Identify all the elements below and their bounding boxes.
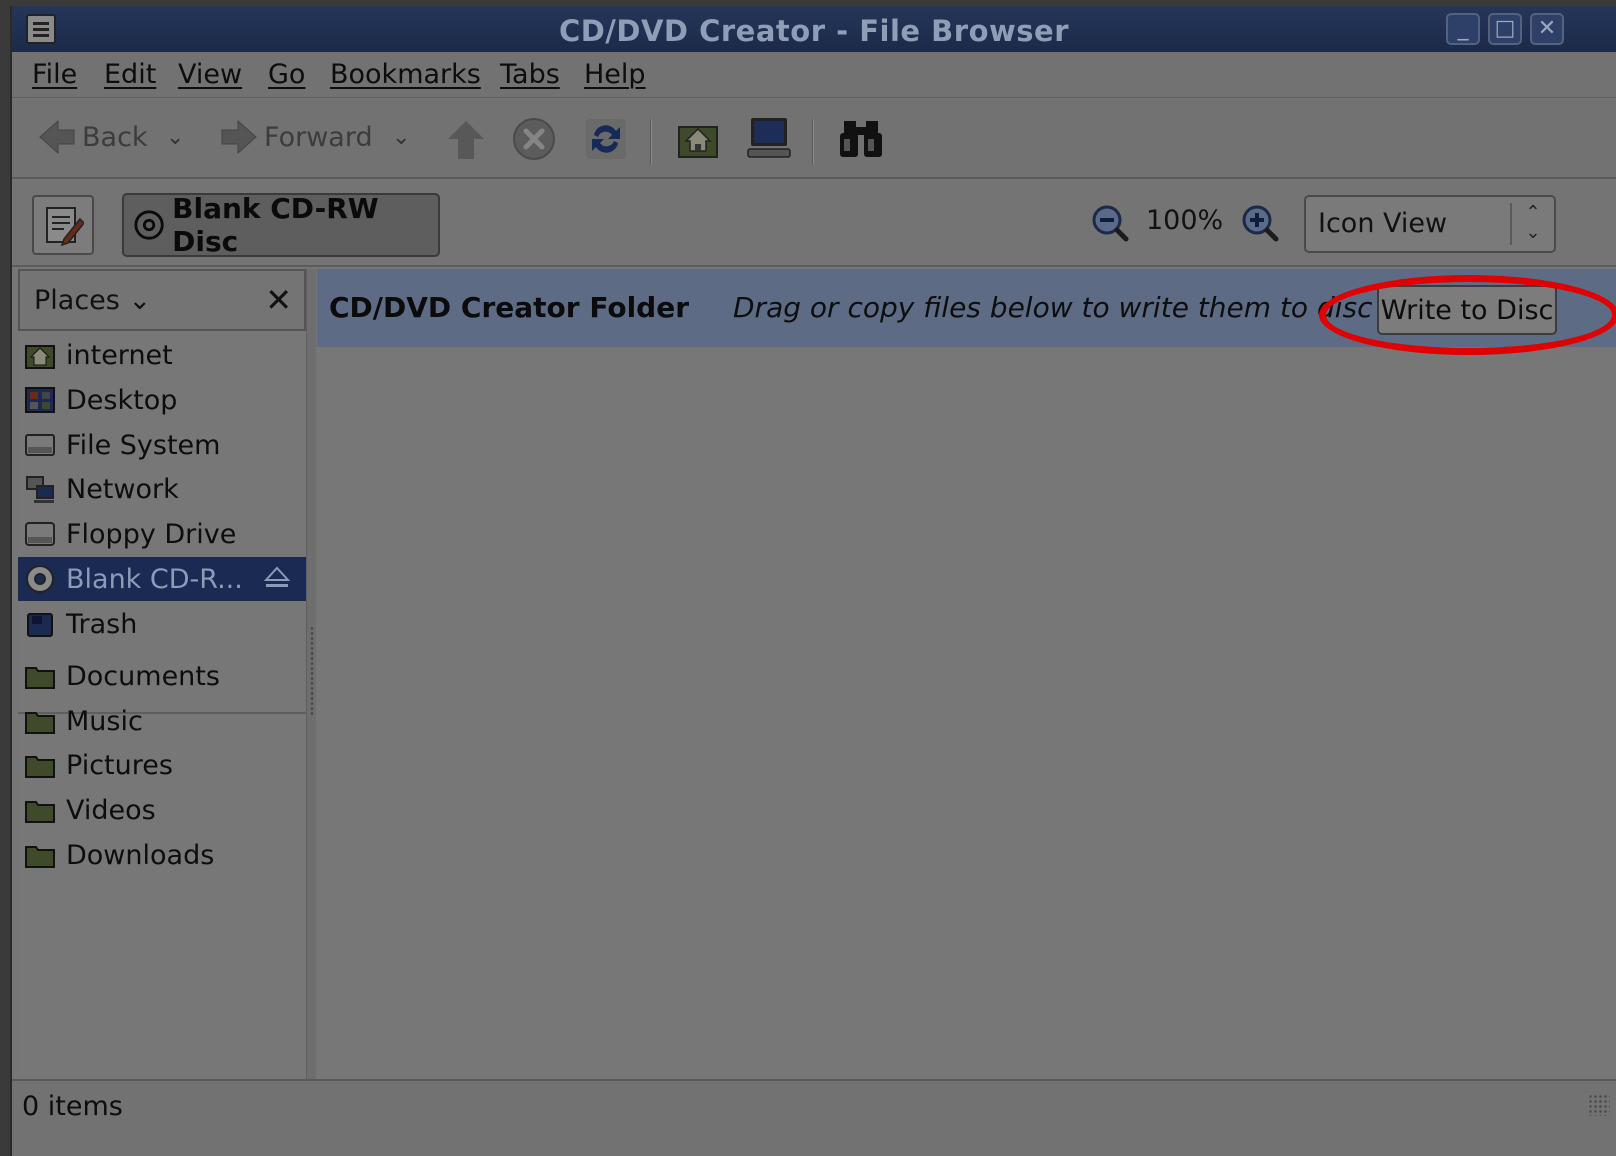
menu-help[interactable]: Help (584, 59, 646, 90)
maximize-button[interactable]: □ (1488, 13, 1522, 45)
home-folder-icon (25, 345, 55, 369)
banner-title: CD/DVD Creator Folder (329, 291, 690, 324)
folder-icon (25, 846, 55, 868)
close-sidebar-icon[interactable]: ✕ (265, 281, 292, 319)
menu-view[interactable]: View (178, 59, 242, 90)
path-button-blank-cd[interactable]: Blank CD-RW Disc (122, 192, 440, 258)
sidebar-item-music[interactable]: Music (18, 699, 306, 743)
sidebar-item-pictures[interactable]: Pictures (18, 743, 306, 787)
sidebar-item-videos[interactable]: Videos (18, 788, 306, 832)
desktop-icon (25, 387, 55, 413)
sidebar-item-label: Downloads (66, 839, 215, 871)
places-dropdown[interactable]: Places ⌄ (34, 285, 151, 316)
search-binoculars-icon[interactable] (838, 117, 884, 161)
banner-hint: Drag or copy files below to write them t… (733, 291, 1373, 324)
folder-icon (25, 667, 55, 689)
forward-history-chevron-icon[interactable]: ⌄ (392, 125, 410, 150)
sidebar-item-label: Desktop (66, 384, 178, 416)
sidebar-item-blank-cd[interactable]: Blank CD-R... (18, 557, 306, 601)
zoom-in-icon[interactable] (1240, 203, 1280, 243)
menu-go[interactable]: Go (268, 59, 305, 90)
sidebar-item-label: File System (66, 429, 221, 461)
menu-file[interactable]: File (32, 59, 77, 90)
forward-button[interactable]: Forward (220, 117, 373, 157)
reload-icon[interactable] (584, 117, 628, 161)
sidebar-header: Places ⌄ ✕ (18, 269, 306, 331)
edit-document-icon (46, 207, 84, 247)
cd-creator-banner: CD/DVD Creator Folder Drag or copy files… (317, 269, 1616, 355)
back-history-chevron-icon[interactable]: ⌄ (166, 125, 184, 150)
cd-icon (134, 210, 164, 240)
menu-bar: File Edit View Go Bookmarks Tabs Help (12, 52, 1616, 98)
sidebar-item-label: internet (66, 339, 173, 371)
view-mode-value: Icon View (1318, 208, 1448, 239)
sidebar-item-floppy-drive[interactable]: Floppy Drive (18, 512, 306, 556)
sidebar-item-documents[interactable]: Documents (18, 654, 306, 698)
zoom-out-icon[interactable] (1090, 203, 1130, 243)
network-icon (26, 476, 54, 503)
sidebar-item-label: Network (66, 473, 179, 505)
places-sidebar: Places ⌄ ✕ internet Desktop File System … (18, 269, 306, 1079)
back-button[interactable]: Back (38, 117, 148, 157)
sidebar-item-label: Pictures (66, 749, 173, 781)
forward-arrow-icon (221, 119, 257, 155)
pane-grip (310, 626, 314, 716)
status-bar: 0 items (12, 1079, 1616, 1156)
status-text: 0 items (22, 1091, 123, 1122)
sidebar-item-network[interactable]: Network (18, 467, 306, 511)
sidebar-item-label: Trash (66, 608, 138, 640)
toolbar: Back ⌄ Forward ⌄ (12, 99, 1616, 179)
menu-bookmarks[interactable]: Bookmarks (330, 59, 481, 90)
sidebar-item-label: Music (66, 705, 143, 737)
window-title: CD/DVD Creator - File Browser (558, 14, 1070, 48)
sidebar-item-downloads[interactable]: Downloads (18, 833, 306, 877)
up-arrow-icon[interactable] (446, 119, 486, 161)
sidebar-item-label: Blank CD-R... (66, 563, 243, 595)
sidebar-item-label: Videos (66, 794, 156, 826)
folder-icon (25, 756, 55, 778)
file-browser-window: CD/DVD Creator - File Browser _ □ ✕ File… (10, 6, 1616, 1156)
back-arrow-icon (39, 119, 75, 155)
view-mode-select[interactable]: Icon View ⌃ ⌄ (1304, 195, 1556, 253)
title-bar: CD/DVD Creator - File Browser _ □ ✕ (12, 6, 1616, 52)
harddisk-icon (25, 434, 55, 456)
sidebar-item-label: Floppy Drive (66, 518, 237, 550)
path-button-label: Blank CD-RW Disc (172, 192, 379, 258)
cd-icon (26, 565, 54, 593)
sidebar-item-file-system[interactable]: File System (18, 423, 306, 467)
minimize-button[interactable]: _ (1446, 13, 1480, 45)
window-resize-grip[interactable] (1588, 1094, 1610, 1116)
sidebar-item-internet[interactable]: internet (18, 333, 306, 377)
sidebar-item-label: Documents (66, 660, 220, 692)
home-icon[interactable] (676, 117, 720, 161)
toolbar-separator (812, 119, 814, 165)
toolbar-separator (650, 119, 652, 165)
forward-label: Forward (264, 121, 373, 153)
back-label: Back (82, 121, 148, 153)
folder-icon (25, 712, 55, 734)
location-bar: Blank CD-RW Disc 100% Icon View ⌃ ⌄ (12, 181, 1616, 267)
file-view-area[interactable]: CD/DVD Creator Folder Drag or copy files… (317, 269, 1616, 1079)
sidebar-item-desktop[interactable]: Desktop (18, 378, 306, 422)
menu-tabs[interactable]: Tabs (500, 59, 560, 90)
folder-icon (25, 801, 55, 823)
sidebar-item-trash[interactable]: Trash (18, 602, 306, 646)
write-to-disc-button[interactable]: Write to Disc (1377, 285, 1557, 335)
stop-icon[interactable] (512, 117, 556, 161)
updown-chevron-icon: ⌃ ⌄ (1510, 203, 1554, 245)
trash-icon (27, 613, 53, 637)
toggle-location-button[interactable] (32, 195, 94, 255)
zoom-level[interactable]: 100% (1146, 205, 1223, 236)
eject-icon[interactable] (264, 565, 290, 591)
chevron-down-icon: ⌄ (128, 285, 152, 316)
computer-icon[interactable] (746, 115, 792, 161)
close-window-button[interactable]: ✕ (1530, 13, 1564, 45)
places-label: Places (34, 285, 120, 316)
floppy-icon (25, 522, 55, 546)
menu-edit[interactable]: Edit (104, 59, 156, 90)
